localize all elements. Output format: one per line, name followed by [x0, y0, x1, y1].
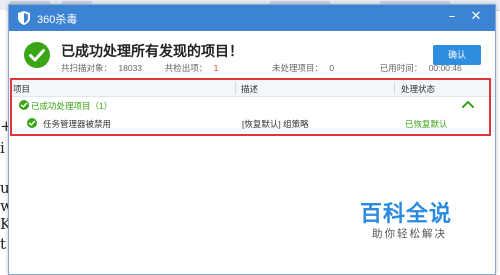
- chevron-up-icon[interactable]: [461, 98, 475, 110]
- scanned-label: 共扫描对象：: [61, 63, 113, 73]
- check-circle-icon: [27, 118, 37, 128]
- column-header-description[interactable]: 描述: [241, 83, 258, 95]
- close-icon[interactable]: ✕: [467, 8, 485, 26]
- item-name: 任务管理器被禁用: [43, 119, 112, 129]
- shield-icon: [18, 11, 30, 25]
- processed-group-row[interactable]: 已成功处理项目（1）: [9, 95, 495, 115]
- detected-label: 共检出项：: [164, 63, 208, 73]
- scanned-value: 18033: [118, 63, 143, 73]
- dialog-titlebar: 360杀毒 – ✕: [9, 5, 495, 31]
- background-text: t: [0, 235, 7, 253]
- watermark-title: 百科全说: [360, 202, 453, 227]
- background-text: i: [0, 139, 5, 157]
- item-description: [恢复默认] 组策略: [242, 119, 309, 129]
- detected-value: 1: [213, 63, 219, 73]
- unprocessed-value: 0: [329, 63, 335, 73]
- check-circle-icon: [19, 100, 29, 110]
- group-label: 已成功处理项目（1）: [31, 101, 113, 111]
- result-headline: 已成功处理所有发现的项目！: [61, 43, 243, 59]
- column-header-status[interactable]: 处理状态: [401, 83, 435, 95]
- minimize-icon[interactable]: –: [443, 8, 461, 26]
- window-title: 360杀毒: [37, 14, 78, 26]
- watermark-subtitle: 助你轻松解决: [372, 228, 447, 240]
- check-circle-icon: [24, 42, 50, 68]
- time-label: 已用时间：: [379, 63, 423, 73]
- table-row[interactable]: 任务管理器被禁用 [恢复默认] 组策略 已恢复默认: [9, 115, 495, 132]
- column-header-item[interactable]: 项目: [13, 83, 30, 95]
- confirm-button[interactable]: 确认: [433, 45, 481, 65]
- unprocessed-label: 未处理项目：: [272, 63, 324, 73]
- scan-statistics: 共扫描对象： 18033 共检出项： 1 未处理项目： 0 已用时间： 00:0…: [61, 62, 462, 74]
- item-status: 已恢复默认: [405, 119, 448, 129]
